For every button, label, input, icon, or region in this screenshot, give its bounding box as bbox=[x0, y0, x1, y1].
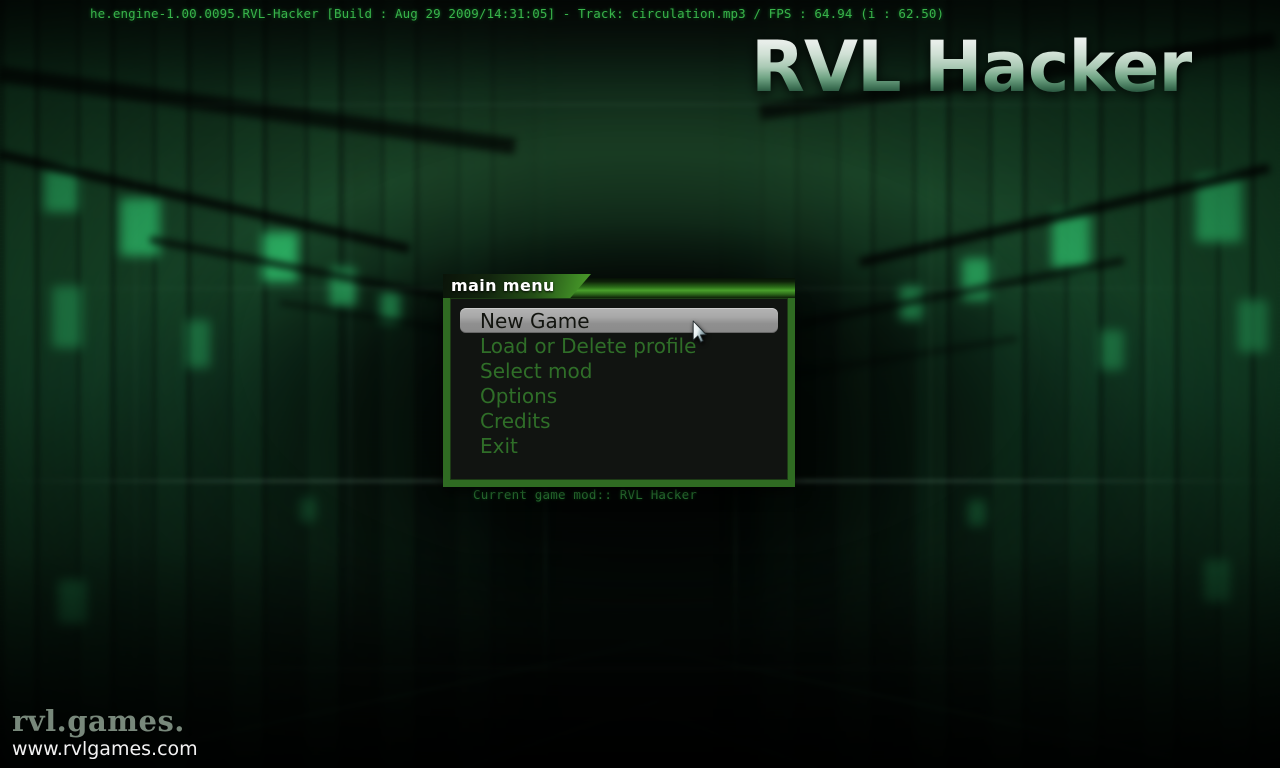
main-menu-title: main menu bbox=[451, 276, 555, 295]
main-menu-titlebar: main menu bbox=[443, 274, 795, 298]
menu-item-new-game[interactable]: New Game bbox=[460, 308, 778, 333]
arrow-pointer-cursor bbox=[692, 320, 707, 343]
main-menu-accent-bar bbox=[555, 278, 795, 298]
menu-item-label: Options bbox=[480, 383, 558, 408]
publisher-brand: rvl.games. bbox=[12, 703, 185, 738]
menu-item-label: Select mod bbox=[480, 358, 593, 383]
publisher-watermark: rvl.games. www.rvlgames.com bbox=[12, 703, 198, 760]
menu-item-label: New Game bbox=[480, 308, 590, 333]
current-mod-status: Current game mod:: RVL Hacker bbox=[473, 487, 698, 502]
menu-item-exit[interactable]: Exit bbox=[460, 433, 778, 458]
menu-item-credits[interactable]: Credits bbox=[460, 408, 778, 433]
menu-item-options[interactable]: Options bbox=[460, 383, 778, 408]
game-logo: RVL Hacker bbox=[750, 26, 1193, 108]
menu-item-label: Exit bbox=[480, 433, 518, 458]
menu-item-load-or-delete-profile[interactable]: Load or Delete profile bbox=[460, 333, 778, 358]
menu-item-label: Load or Delete profile bbox=[480, 333, 697, 358]
main-menu-panel: main menu New Game Load or Delete profil… bbox=[443, 274, 795, 487]
menu-item-select-mod[interactable]: Select mod bbox=[460, 358, 778, 383]
game-screen: he.engine-1.00.0095.RVL-Hacker [Build : … bbox=[0, 0, 1280, 768]
main-menu-items-container: New Game Load or Delete profile Select m… bbox=[443, 298, 795, 487]
menu-item-label: Credits bbox=[480, 408, 551, 433]
publisher-url: www.rvlgames.com bbox=[12, 738, 198, 760]
engine-status-line: he.engine-1.00.0095.RVL-Hacker [Build : … bbox=[90, 6, 945, 21]
